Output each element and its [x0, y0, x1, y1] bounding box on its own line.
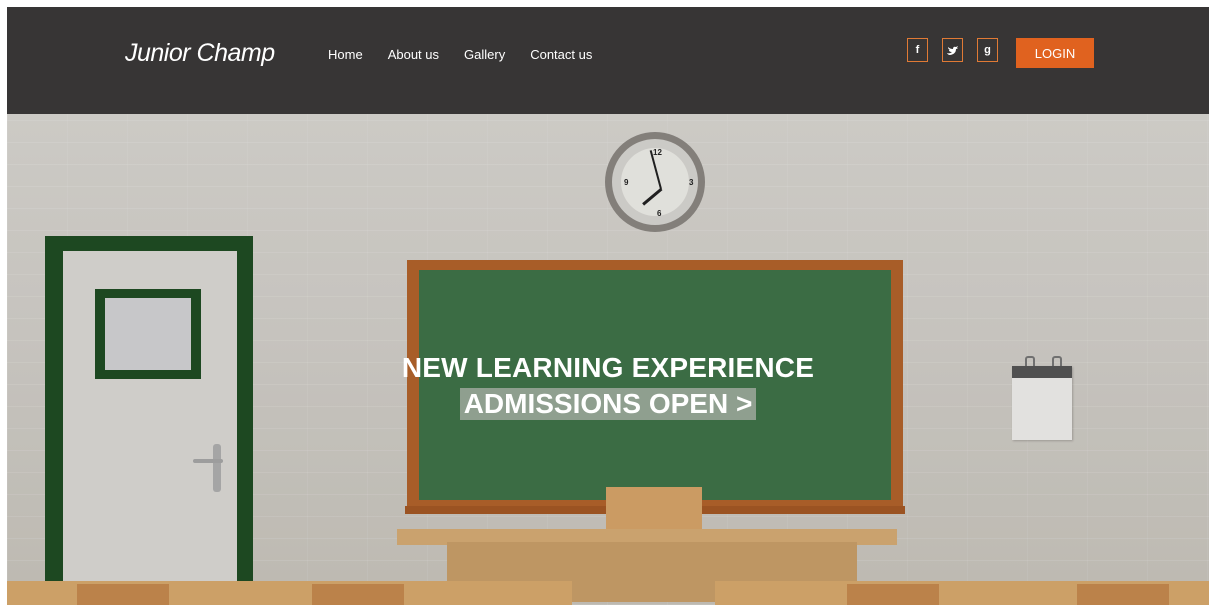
- admissions-open-link[interactable]: ADMISSIONS OPEN >: [459, 388, 757, 420]
- google-plus-icon[interactable]: g: [977, 38, 998, 62]
- twitter-icon[interactable]: [942, 38, 963, 62]
- nav-about-us[interactable]: About us: [388, 47, 439, 62]
- facebook-icon[interactable]: f: [907, 38, 928, 62]
- nav-contact-us[interactable]: Contact us: [530, 47, 592, 62]
- brand-logo[interactable]: Junior Champ: [125, 39, 275, 68]
- hero-cta-wrap: ADMISSIONS OPEN >: [7, 388, 1209, 420]
- login-button[interactable]: LOGIN: [1016, 38, 1094, 68]
- nav-gallery[interactable]: Gallery: [464, 47, 505, 62]
- site-header: Junior Champ Home About us Gallery Conta…: [7, 7, 1209, 114]
- hero-banner: 12 3 6 9 NEW LEARNING EXPERIENCE ADMISSI…: [7, 114, 1209, 605]
- nav-home[interactable]: Home: [328, 47, 363, 62]
- hero-headline: NEW LEARNING EXPERIENCE: [401, 352, 815, 383]
- page-frame: Junior Champ Home About us Gallery Conta…: [7, 7, 1209, 605]
- main-nav: Home About us Gallery Contact us: [328, 47, 617, 62]
